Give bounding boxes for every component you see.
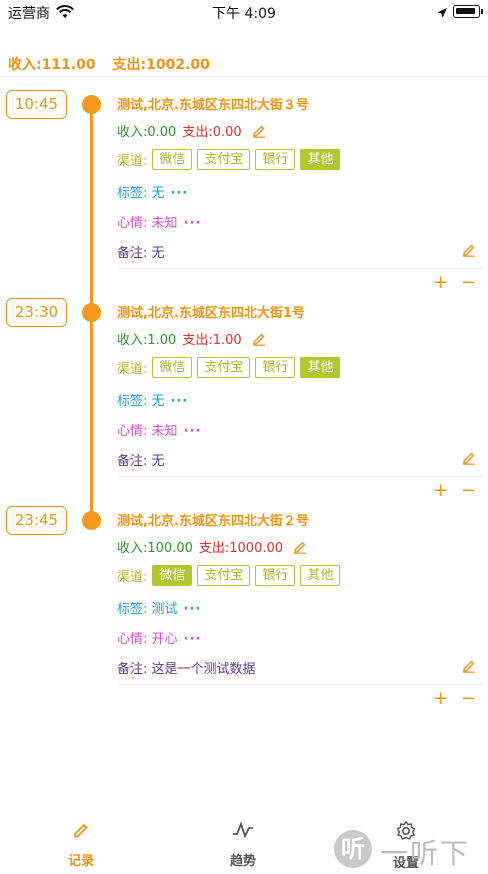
entry-location: 测试,北京.东城区东四北大街２号 [117, 514, 309, 529]
tab-trend[interactable]: 趋势 [203, 808, 283, 869]
channel-chip-alipay[interactable]: 支付宝 [197, 357, 251, 378]
edit-note-icon[interactable] [462, 658, 476, 677]
entry-tag[interactable]: 标签: 测试 ··· [117, 598, 201, 617]
divider [0, 76, 488, 77]
channel-label: 渠道: [117, 362, 148, 377]
timeline-dot [82, 511, 101, 530]
time-badge[interactable]: 23:45 [6, 506, 67, 535]
entry-note: 备注: 无 [117, 246, 165, 261]
entry-mood[interactable]: 心情: 未知 ··· [117, 212, 201, 231]
tag-more: ··· [170, 186, 189, 201]
remove-button[interactable]: − [461, 688, 476, 709]
channel-chip-alipay[interactable]: 支付宝 [197, 149, 251, 170]
entry-divider [117, 476, 482, 477]
channel-chip-bank[interactable]: 银行 [255, 565, 296, 586]
channel-chip-bank[interactable]: 银行 [255, 357, 296, 378]
channel-chip-other[interactable]: 其他 [300, 149, 341, 170]
entry-income: 收入:0.00 [117, 125, 177, 140]
entry-location: 测试,北京.东城区东四北大街３号 [117, 98, 309, 113]
edit-amount-icon[interactable] [293, 540, 307, 558]
entry-expense: 支出:0.00 [182, 125, 242, 140]
tab-record-label: 记录 [67, 854, 94, 869]
time-badge[interactable]: 23:30 [6, 298, 67, 327]
entry-tag[interactable]: 标签: 无 ··· [117, 182, 188, 201]
add-button[interactable]: + [433, 688, 448, 709]
watermark: 听 一听下载 [334, 826, 484, 874]
tag-more: ··· [170, 394, 189, 409]
channel-label: 渠道: [117, 570, 148, 585]
channel-row: 渠道: 微信 支付宝 银行 其他 [117, 149, 341, 170]
mood-more: ··· [183, 216, 202, 231]
summary-bar: 收入:111.00 支出:1002.00 [8, 54, 222, 74]
entry-mood[interactable]: 心情: 未知 ··· [117, 420, 201, 439]
entry-income: 收入:1.00 [117, 333, 177, 348]
battery-icon [453, 5, 480, 18]
channel-chip-other[interactable]: 其他 [300, 565, 341, 586]
remove-button[interactable]: − [461, 480, 476, 501]
timeline-dot [82, 303, 101, 322]
entry-note: 备注: 这是一个测试数据 [117, 662, 256, 677]
entry-expense: 支出:1.00 [182, 333, 242, 348]
entry-location: 测试,北京.东城区东四北大街1号 [117, 306, 305, 321]
entry-expense: 支出:1000.00 [198, 541, 284, 556]
edit-note-icon[interactable] [462, 242, 476, 261]
channel-chip-wechat[interactable]: 微信 [152, 565, 193, 586]
battery-cap [481, 9, 483, 14]
tag-text: 标签: 无 [117, 394, 165, 409]
status-bar: 运营商 下午 4:09 [0, 0, 488, 26]
channel-chip-wechat[interactable]: 微信 [152, 149, 193, 170]
mood-text: 心情: 未知 [117, 424, 178, 439]
tag-text: 标签: 无 [117, 186, 165, 201]
channel-chip-other[interactable]: 其他 [300, 357, 341, 378]
mood-more: ··· [183, 424, 202, 439]
entry-tag[interactable]: 标签: 无 ··· [117, 390, 188, 409]
record-entry: 10:45 测试,北京.东城区东四北大街３号 收入:0.00 支出:0.00 渠道… [0, 90, 488, 312]
edit-amount-icon[interactable] [252, 332, 266, 350]
trend-icon [203, 820, 283, 844]
watermark-text: 一听下载 [380, 837, 471, 870]
tab-trend-label: 趋势 [229, 854, 256, 869]
record-entry: 23:30 测试,北京.东城区东四北大街1号 收入:1.00 支出:1.00 渠道… [0, 298, 488, 520]
watermark-logo: 听 [334, 830, 372, 868]
channel-chip-wechat[interactable]: 微信 [152, 357, 193, 378]
status-time: 下午 4:09 [212, 6, 276, 22]
entry-mood[interactable]: 心情: 开心 ··· [117, 628, 201, 647]
entry-note: 备注: 无 [117, 454, 165, 469]
mood-text: 心情: 未知 [117, 216, 178, 231]
timeline-dot [82, 95, 101, 114]
tab-record[interactable]: 记录 [41, 808, 121, 869]
channel-chip-bank[interactable]: 银行 [255, 149, 296, 170]
channel-label: 渠道: [117, 154, 148, 169]
edit-amount-icon[interactable] [252, 124, 266, 142]
remove-button[interactable]: − [461, 272, 476, 293]
tag-text: 标签: 测试 [117, 602, 178, 617]
add-button[interactable]: + [433, 272, 448, 293]
add-button[interactable]: + [433, 480, 448, 501]
entry-money: 收入:100.00 支出:1000.00 [117, 537, 307, 558]
channel-row: 渠道: 微信 支付宝 银行 其他 [117, 565, 341, 586]
edit-note-icon[interactable] [462, 450, 476, 469]
entry-divider [117, 684, 482, 685]
channel-chip-alipay[interactable]: 支付宝 [197, 565, 251, 586]
entry-income: 收入:100.00 [117, 541, 193, 556]
summary-expense: 支出:1002.00 [112, 57, 210, 73]
entry-divider [117, 268, 482, 269]
mood-more: ··· [183, 632, 202, 647]
channel-row: 渠道: 微信 支付宝 银行 其他 [117, 357, 341, 378]
entry-money: 收入:0.00 支出:0.00 [117, 121, 266, 142]
location-arrow-icon [436, 4, 448, 23]
summary-income: 收入:111.00 [8, 57, 96, 73]
record-entry: 23:45 测试,北京.东城区东四北大街２号 收入:100.00 支出:1000.… [0, 506, 488, 728]
pencil-icon [41, 820, 121, 844]
tag-more: ··· [183, 602, 202, 617]
entry-money: 收入:1.00 支出:1.00 [117, 329, 266, 350]
time-badge[interactable]: 10:45 [6, 90, 67, 119]
mood-text: 心情: 开心 [117, 632, 178, 647]
